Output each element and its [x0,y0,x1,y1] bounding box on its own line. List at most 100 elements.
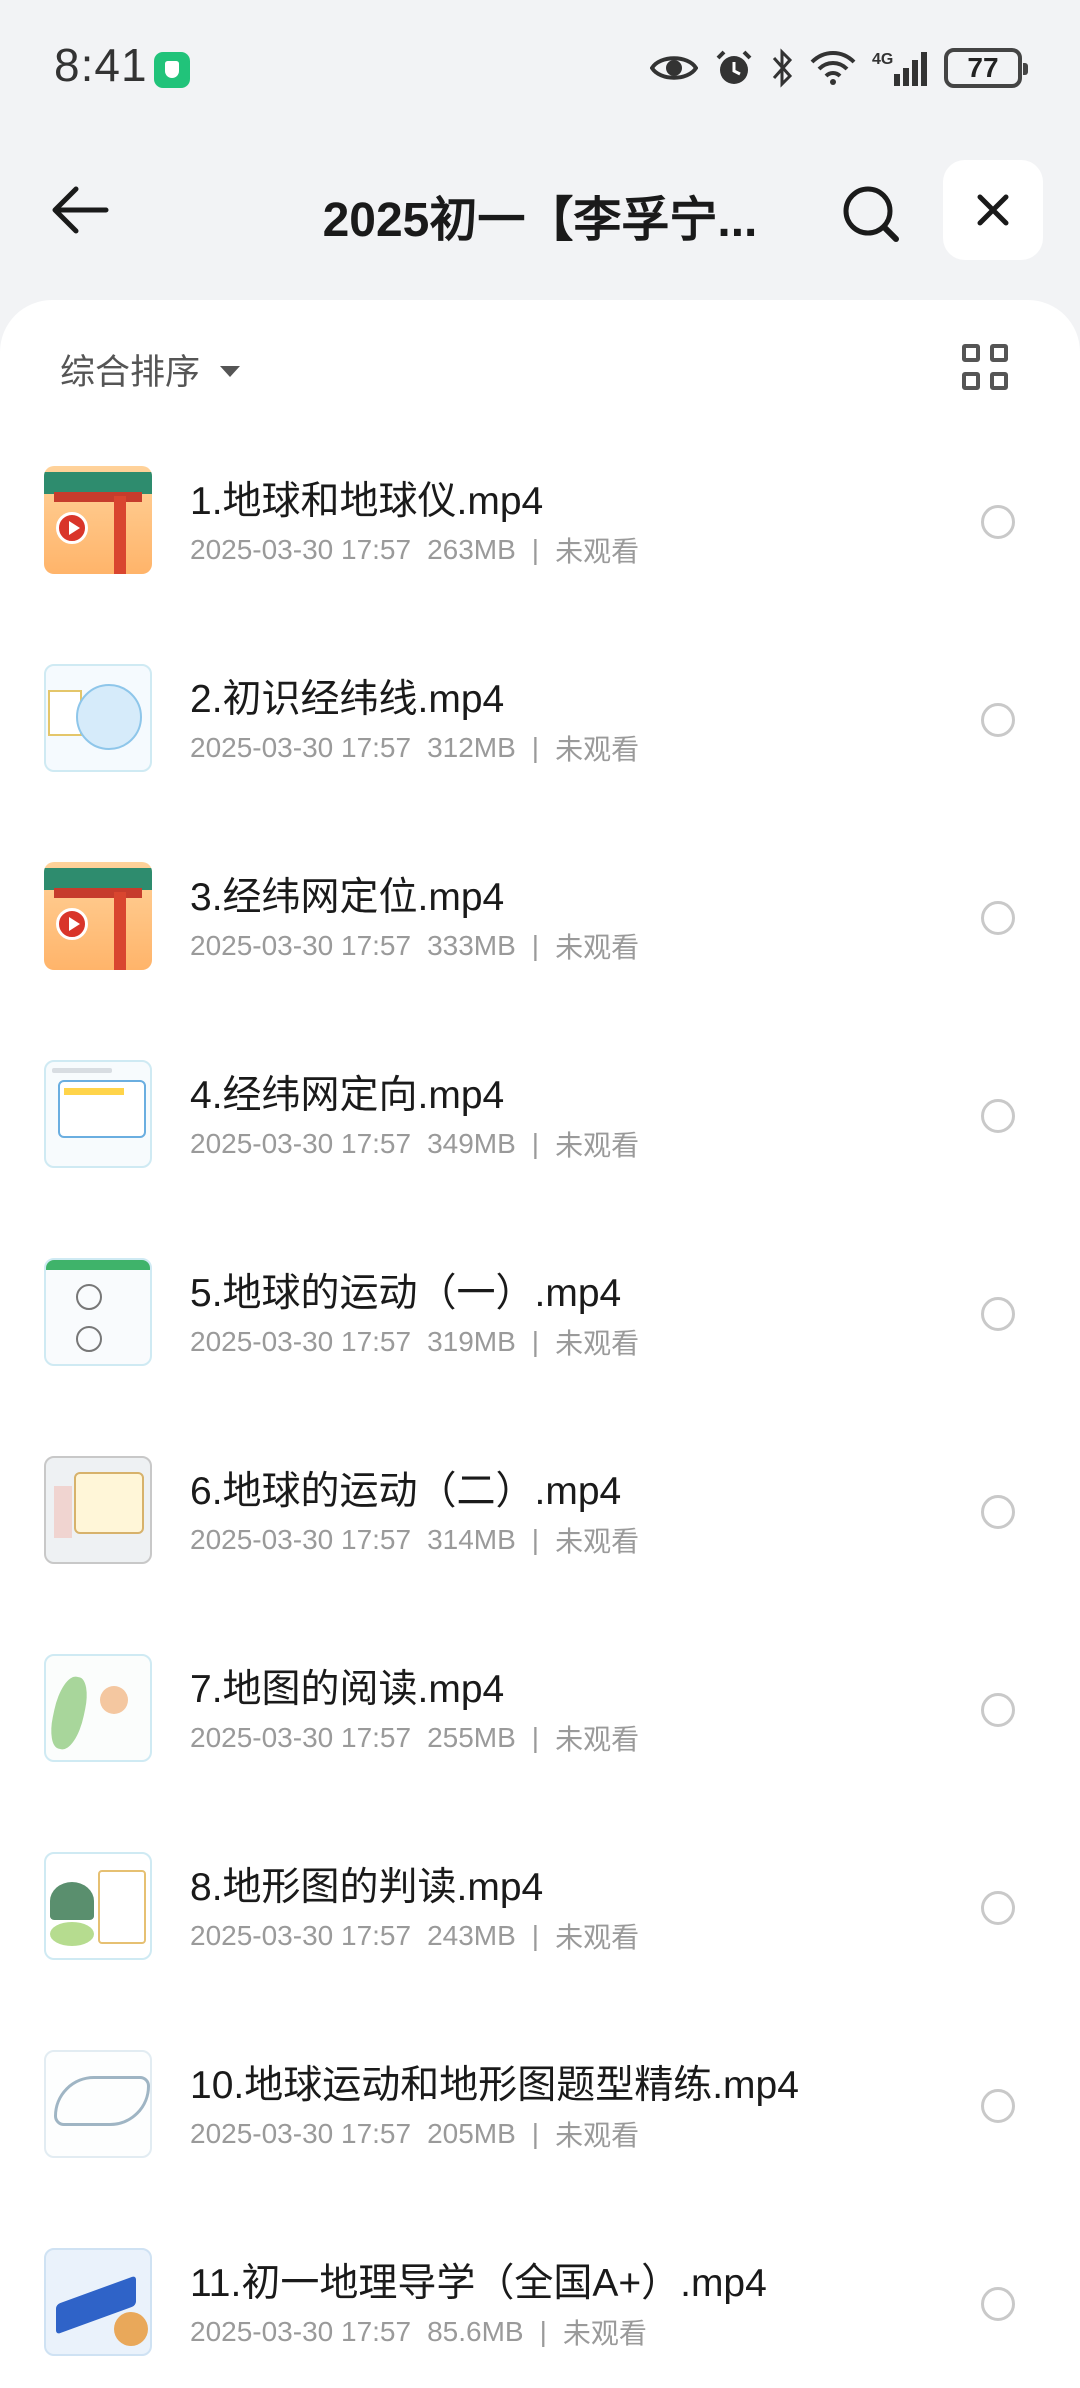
file-row[interactable]: 7.地图的阅读.mp4 2025-03-30 17:57 255MB | 未观看 [0,1618,1080,1816]
wifi-icon [810,51,856,85]
file-name: 10.地球运动和地形图题型精练.mp4 [190,2064,799,2107]
file-meta: 2025-03-30 17:57 333MB | 未观看 [190,926,639,966]
file-row[interactable]: 10.地球运动和地形图题型精练.mp4 2025-03-30 17:57 205MB… [0,2014,1080,2212]
network-type-label: 4G [872,51,893,68]
meta-separator: | [531,1920,540,1951]
select-radio[interactable] [981,1693,1015,1727]
select-radio[interactable] [981,1495,1015,1529]
file-row[interactable]: 8.地形图的判读.mp4 2025-03-30 17:57 243MB | 未观看 [0,1816,1080,2014]
select-radio[interactable] [981,2089,1015,2123]
file-row[interactable]: 4.经纬网定向.mp4 2025-03-30 17:57 349MB | 未观看 [0,1024,1080,1222]
select-radio[interactable] [981,1297,1015,1331]
arrow-left-icon [52,186,109,234]
file-size: 205MB [427,2118,516,2149]
watch-status: 未观看 [555,1328,640,1359]
select-radio[interactable] [981,703,1015,737]
caret-down-icon [220,365,241,377]
file-panel: 综合排序 1.地球和地球仪.mp4 2025-03-30 17:57 263MB | 未… [0,300,1080,2388]
file-size: 85.6MB [427,2316,524,2347]
file-date: 2025-03-30 17:57 [190,2118,412,2149]
file-size: 263MB [427,534,516,565]
eye-icon [650,56,698,80]
select-radio[interactable] [981,1891,1015,1925]
battery-level: 77 [967,52,999,83]
file-size: 333MB [427,930,516,961]
file-row[interactable]: 2.初识经纬线.mp4 2025-03-30 17:57 312MB | 未观看 [0,628,1080,826]
page-title: 2025初一【李孚宁... [322,194,758,247]
file-meta: 2025-03-30 17:57 312MB | 未观看 [190,728,639,768]
grid-view-button[interactable] [962,344,1012,394]
file-row[interactable]: 11.初一地理导学（全国A+）.mp4 2025-03-30 17:57 85.6M… [0,2212,1080,2388]
file-row[interactable]: 5.地球的运动（一）.mp4 2025-03-30 17:57 319MB | 未观看 [0,1222,1080,1420]
file-date: 2025-03-30 17:57 [190,1326,412,1357]
sort-toolbar: 综合排序 [0,300,1080,440]
battery-indicator: 77 [944,48,1028,88]
watch-status: 未观看 [555,1130,640,1161]
watch-status: 未观看 [555,1724,640,1755]
file-meta: 2025-03-30 17:57 255MB | 未观看 [190,1718,639,1758]
bluetooth-icon [772,48,793,88]
watch-status: 未观看 [555,536,640,567]
file-list: 1.地球和地球仪.mp4 2025-03-30 17:57 263MB | 未观看 2.初… [0,430,1080,2388]
file-size: 255MB [427,1722,516,1753]
globe-icon [76,684,142,750]
sort-dropdown[interactable]: 综合排序 [60,344,241,394]
file-name: 4.经纬网定向.mp4 [190,1074,505,1117]
select-radio[interactable] [981,901,1015,935]
file-name: 8.地形图的判读.mp4 [190,1866,544,1909]
select-radio[interactable] [981,505,1015,539]
file-meta: 2025-03-30 17:57 85.6MB | 未观看 [190,2312,647,2352]
watch-status: 未观看 [555,932,640,963]
close-icon [977,194,1009,226]
search-button[interactable] [835,178,907,250]
file-name: 2.初识经纬线.mp4 [190,678,505,721]
file-date: 2025-03-30 17:57 [190,534,412,565]
select-radio[interactable] [981,2287,1015,2321]
file-meta: 2025-03-30 17:57 205MB | 未观看 [190,2114,639,2154]
sort-label: 综合排序 [60,352,201,392]
watch-status: 未观看 [562,2318,647,2349]
file-meta: 2025-03-30 17:57 263MB | 未观看 [190,530,639,570]
video-thumbnail [44,466,152,574]
meta-separator: | [539,2316,547,2347]
status-time: 8:41 [54,39,148,91]
grid-view-icon [962,372,980,390]
file-date: 2025-03-30 17:57 [190,2316,412,2347]
signal-4g-icon: 4G [872,51,927,86]
security-shield-icon [154,52,190,88]
file-name: 7.地图的阅读.mp4 [190,1668,505,1711]
file-date: 2025-03-30 17:57 [190,732,412,763]
video-thumbnail [44,862,152,970]
file-date: 2025-03-30 17:57 [190,1920,412,1951]
file-row[interactable]: 6.地球的运动（二）.mp4 2025-03-30 17:57 314MB | 未观看 [0,1420,1080,1618]
watch-status: 未观看 [555,734,640,765]
watch-status: 未观看 [555,1922,640,1953]
meta-separator: | [531,930,540,961]
file-name: 6.地球的运动（二）.mp4 [190,1470,622,1513]
file-name: 5.地球的运动（一）.mp4 [190,1272,622,1315]
video-thumbnail [44,1258,152,1366]
file-name: 1.地球和地球仪.mp4 [190,480,544,523]
file-size: 349MB [427,1128,516,1159]
watch-status: 未观看 [555,2120,640,2151]
close-button[interactable] [943,160,1043,260]
video-thumbnail [44,1456,152,1564]
video-thumbnail [44,1060,152,1168]
grid-view-icon [990,372,1008,390]
play-icon [56,512,88,544]
video-thumbnail [44,2050,152,2158]
file-row[interactable]: 3.经纬网定位.mp4 2025-03-30 17:57 333MB | 未观看 [0,826,1080,1024]
meta-separator: | [531,1722,540,1753]
file-row[interactable]: 1.地球和地球仪.mp4 2025-03-30 17:57 263MB | 未观看 [0,430,1080,628]
status-icons: 4G 77 [650,42,1028,94]
grid-view-icon [990,344,1008,362]
video-thumbnail [44,1852,152,1960]
back-button[interactable] [40,178,120,242]
watch-status: 未观看 [555,1526,640,1557]
meta-separator: | [531,2118,540,2149]
select-radio[interactable] [981,1099,1015,1133]
file-size: 314MB [427,1524,516,1555]
file-date: 2025-03-30 17:57 [190,1722,412,1753]
file-size: 243MB [427,1920,516,1951]
video-thumbnail [44,2248,152,2356]
